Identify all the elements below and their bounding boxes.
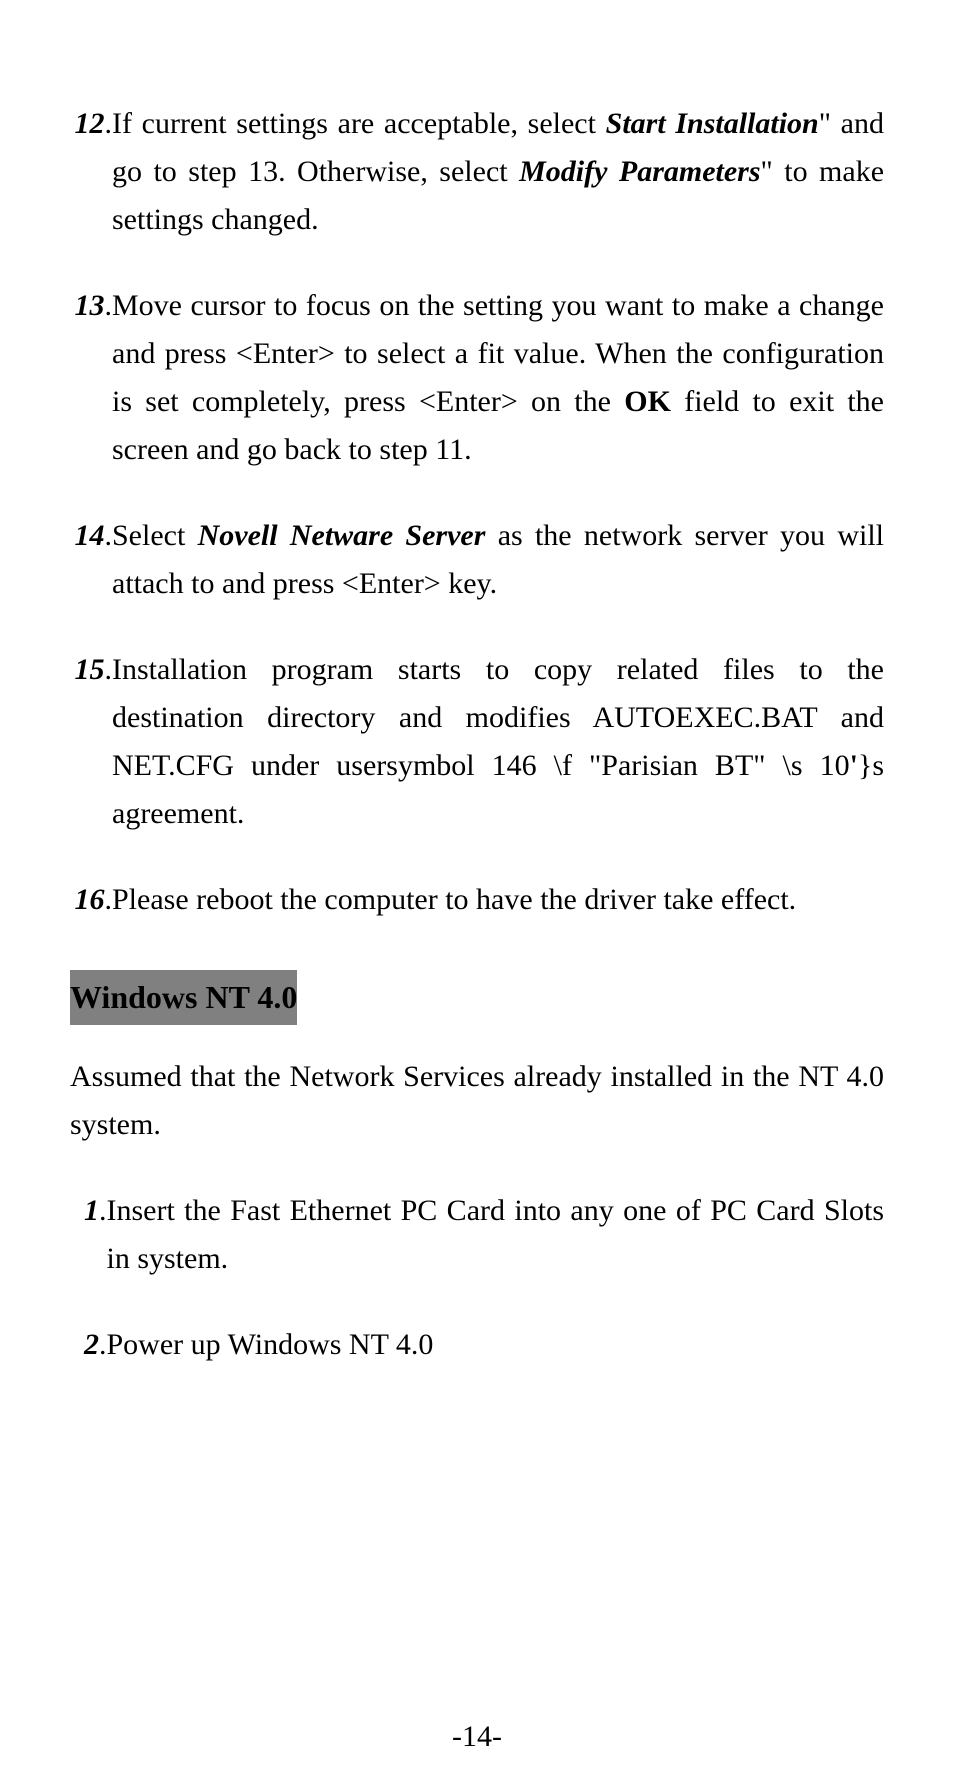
section-heading: Windows NT 4.0 — [70, 970, 297, 1025]
list-number: 2. — [74, 1321, 107, 1369]
list-item-15: 15. Installation program starts to copy … — [70, 646, 884, 838]
list-content: Move cursor to focus on the setting you … — [112, 282, 884, 474]
list-item-14: 14. Select Novell Netware Server as the … — [70, 512, 884, 608]
list-content: Select Novell Netware Server as the netw… — [112, 512, 884, 608]
list-item-13: 13. Move cursor to focus on the setting … — [70, 282, 884, 474]
list-number: 13. — [70, 282, 112, 474]
list-number: 1. — [74, 1187, 107, 1283]
list-content: Please reboot the computer to have the d… — [112, 876, 884, 924]
paragraph: Assumed that the Network Services alread… — [70, 1053, 884, 1149]
list-content: If current settings are acceptable, sele… — [112, 100, 884, 244]
page-number: -14- — [0, 1713, 954, 1761]
sub-list-item-2: 2. Power up Windows NT 4.0 — [70, 1321, 884, 1369]
list-number: 12. — [70, 100, 112, 244]
list-item-16: 16. Please reboot the computer to have t… — [70, 876, 884, 924]
list-content: Insert the Fast Ethernet PC Card into an… — [107, 1187, 885, 1283]
list-number: 14. — [70, 512, 112, 608]
list-content: Power up Windows NT 4.0 — [107, 1321, 885, 1369]
list-number: 16. — [70, 876, 112, 924]
list-content: Installation program starts to copy rela… — [112, 646, 884, 838]
list-item-12: 12. If current settings are acceptable, … — [70, 100, 884, 244]
list-number: 15. — [70, 646, 112, 838]
sub-list-item-1: 1. Insert the Fast Ethernet PC Card into… — [70, 1187, 884, 1283]
